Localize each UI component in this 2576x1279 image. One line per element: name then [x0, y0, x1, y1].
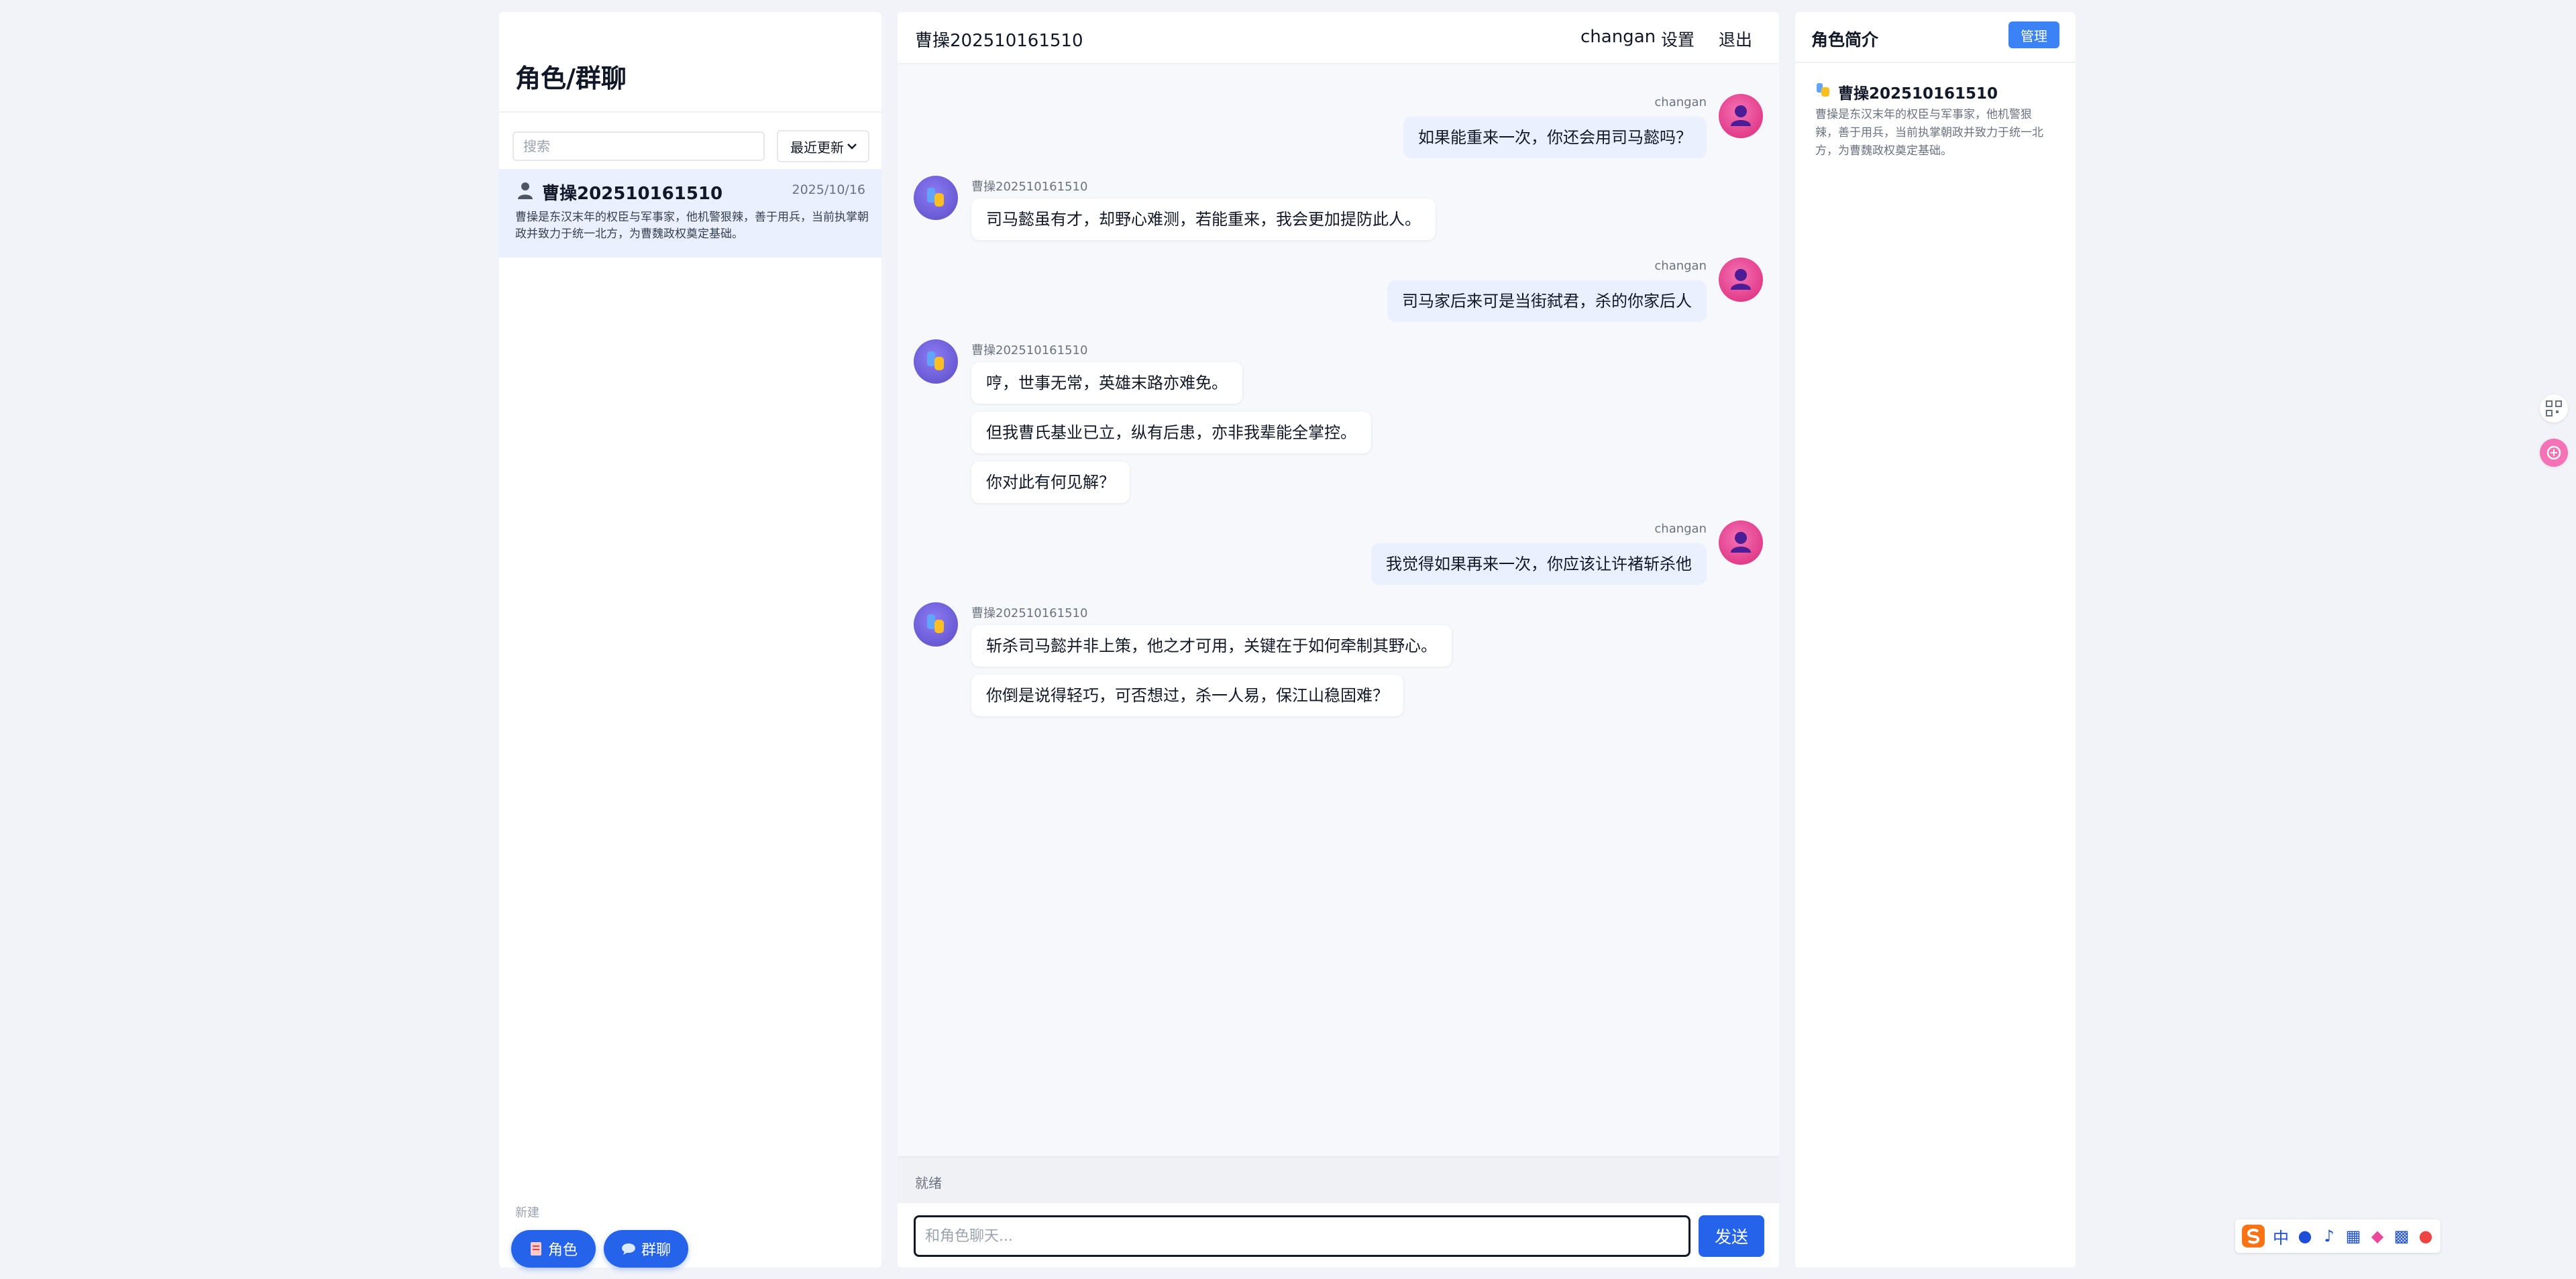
settings-button[interactable]: 设置 [1656, 23, 1701, 52]
skin-icon[interactable]: ◆ [2368, 1227, 2387, 1245]
more-icon[interactable]: ● [2416, 1227, 2435, 1245]
profile-description: 曹操是东汉末年的权臣与军事家，他机警狠辣，善于用兵，当前执掌朝政并致力于统一北方… [1815, 108, 2043, 158]
document-icon [530, 1242, 541, 1256]
profile-panel: 角色简介 管理 曹操202510161510 曹操是东汉末年的权臣与军事家，他机… [1795, 12, 2076, 1268]
new-group-button[interactable]: 群聊 [604, 1230, 688, 1268]
user-avatar-icon [1731, 532, 1751, 553]
message-sender: changan [1654, 95, 1707, 109]
keyboard-icon[interactable]: ▦ [2344, 1227, 2363, 1245]
message-bubble: 司马家后来可是当街弑君，杀的你家后人 [1387, 280, 1707, 322]
bot-avatar [914, 176, 958, 220]
chat-title: 曹操202510161510 [915, 31, 1083, 51]
profile-name: 曹操202510161510 [1838, 85, 1998, 103]
conversation-name: 曹操202510161510 [542, 184, 723, 204]
bot-avatar [914, 339, 958, 384]
message-sender: changan [1654, 259, 1707, 273]
sidebar-title: 角色/群聊 [515, 64, 627, 93]
message-sender: changan [1654, 522, 1707, 536]
user-avatar [1719, 94, 1763, 138]
message-sender: 曹操202510161510 [971, 180, 1088, 194]
microphone-icon[interactable]: ♪ [2320, 1227, 2339, 1245]
toolbox-icon[interactable]: ▩ [2392, 1227, 2411, 1245]
message-bubble: 哼，世事无常，英雄末路亦难免。 [971, 362, 1242, 404]
chat-input[interactable] [914, 1215, 1690, 1257]
message-sender: 曹操202510161510 [971, 343, 1088, 357]
message-bubble: 我觉得如果再来一次，你应该让许褚斩杀他 [1371, 543, 1707, 585]
chat-bubble-icon [621, 1243, 635, 1255]
chat-panel: 曹操202510161510 changan 设置 退出 changan 如果能… [898, 12, 1779, 1268]
logout-button[interactable]: 退出 [1713, 23, 1758, 52]
mask-icon [1817, 83, 1829, 97]
message-bubble: 你倒是说得轻巧，可否想过，杀一人易，保江山稳固难？ [971, 675, 1403, 716]
sidebar-divider [499, 111, 881, 113]
user-avatar-icon [1731, 105, 1751, 126]
profile-title: 角色简介 [1811, 30, 1879, 50]
message-sender: 曹操202510161510 [971, 606, 1088, 620]
status-bar: 就绪 [898, 1156, 1779, 1203]
conversation-list-item[interactable]: 曹操202510161510 2025/10/16 曹操是东汉末年的权臣与军事家… [499, 169, 881, 258]
sort-select-label: 最近更新 [790, 139, 844, 156]
user-avatar [1719, 258, 1763, 302]
translate-icon[interactable] [2540, 439, 2568, 467]
status-text: 就绪 [915, 1175, 942, 1191]
new-role-label: 角色 [547, 1242, 578, 1259]
mask-icon [927, 614, 944, 633]
ime-chinese-mode[interactable]: 中 [2271, 1225, 2290, 1248]
user-avatar [1719, 520, 1763, 565]
ime-toolbar: 中 ● ♪ ▦ ◆ ▩ ● [2235, 1219, 2440, 1253]
new-group-label: 群聊 [641, 1242, 671, 1259]
new-role-button[interactable]: 角色 [511, 1230, 596, 1268]
composer: 发送 [898, 1203, 1779, 1268]
search-input[interactable] [513, 131, 765, 161]
chat-header: 曹操202510161510 changan 设置 退出 [898, 12, 1779, 64]
message-bubble: 如果能重来一次，你还会用司马懿吗？ [1403, 117, 1707, 158]
message-bubble: 你对此有何见解？ [971, 461, 1130, 503]
mask-icon [927, 188, 944, 207]
message-bubble: 司马懿虽有才，却野心难测，若能重来，我会更加提防此人。 [971, 199, 1436, 240]
current-user: changan [1580, 27, 1656, 47]
message-bubble: 斩杀司马懿并非上策，他之才可用，关键在于如何牵制其野心。 [971, 625, 1452, 667]
conversation-date: 2025/10/16 [792, 182, 865, 197]
conversation-preview: 曹操是东汉末年的权臣与军事家，他机警狠辣，善于用兵，当前执掌朝政并致力于统一北方… [515, 211, 869, 241]
profile-header: 角色简介 管理 [1795, 12, 2076, 63]
manage-button[interactable]: 管理 [2008, 21, 2059, 48]
sort-select[interactable]: 最近更新 [777, 130, 869, 162]
chevron-down-icon [847, 144, 857, 150]
user-avatar-icon [1731, 269, 1751, 290]
send-button[interactable]: 发送 [1699, 1215, 1764, 1257]
new-section-label: 新建 [515, 1206, 539, 1220]
message-bubble: 但我曹氏基业已立，纵有后患，亦非我辈能全掌控。 [971, 412, 1371, 453]
person-icon [518, 182, 533, 199]
mask-icon [927, 351, 944, 370]
punctuation-icon[interactable]: ● [2296, 1227, 2314, 1245]
sogou-logo-icon [2242, 1225, 2265, 1247]
qr-scan-icon[interactable] [2540, 394, 2568, 423]
conversation-sidebar: 角色/群聊 最近更新 曹操202510161510 2025/10/16 曹操是… [499, 12, 881, 1268]
bot-avatar [914, 602, 958, 647]
